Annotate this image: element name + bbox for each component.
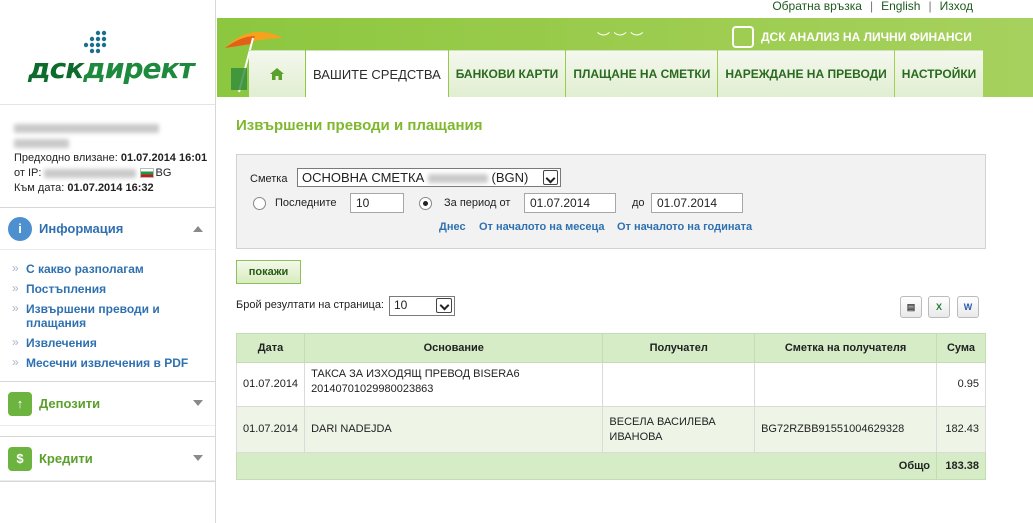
tab-bill-payments[interactable]: ПЛАЩАНЕ НА СМЕТКИ: [566, 50, 718, 97]
col-recipient-header[interactable]: Получател: [602, 333, 756, 363]
header-banner: Обратна връзка | English | Изход ︶ ︶ ︶ ДСК А…: [217, 0, 1033, 98]
last-n-input[interactable]: 10: [350, 193, 404, 213]
user-info-panel: Предходно влизане: 01.07.2014 16:01 от I…: [0, 104, 215, 208]
last-n-label: Последните: [275, 197, 337, 209]
sidebar-info-section: i Информация С какво разполагам Постъпле…: [0, 208, 215, 386]
finance-analysis-link[interactable]: ДСК АНАЛИЗ НА ЛИЧНИ ФИНАНСИ: [732, 26, 972, 48]
show-button[interactable]: покажи: [236, 260, 301, 284]
period-radio[interactable]: [419, 197, 432, 210]
to-label: до: [632, 197, 645, 209]
chevron-down-icon: [543, 170, 558, 185]
tab-transfers[interactable]: НАРЕЖДАНЕ НА ПРЕВОДИ: [718, 50, 894, 97]
tab-settings[interactable]: НАСТРОЙКИ: [894, 50, 984, 97]
transactions-table: Дата Основание Получател Сметка на получ…: [235, 333, 987, 480]
table-total-row: Общо 183.38: [236, 452, 987, 480]
per-page-label: Брой резултати на страница:: [236, 299, 384, 311]
total-label: Общо: [236, 452, 937, 480]
birds-decoration-icon: ︶ ︶ ︶: [597, 31, 644, 46]
info-icon: i: [8, 216, 32, 241]
date-from-input[interactable]: 01.07.2014: [524, 193, 616, 213]
home-icon: [270, 68, 284, 80]
sidebar-deposits-header[interactable]: ↑ Депозити: [0, 382, 215, 426]
total-amount: 183.38: [935, 452, 987, 480]
export-word-icon[interactable]: W: [957, 296, 979, 318]
top-links: Обратна връзка | English | Изход: [217, 0, 1033, 18]
english-link[interactable]: English: [881, 0, 920, 13]
sidebar-item-pdf-statements[interactable]: Месечни извлечения в PDF: [12, 355, 192, 370]
user-name-redacted-2: [14, 136, 215, 151]
col-reason-header[interactable]: Основание: [304, 333, 604, 363]
per-page-select[interactable]: 10: [389, 296, 455, 316]
cell-account: [754, 362, 937, 407]
col-date-header[interactable]: Дата: [235, 333, 306, 363]
sidebar-credits-title: Кредити: [39, 451, 93, 466]
account-select[interactable]: ОСНОВНА СМЕТКА (BGN): [297, 168, 561, 187]
logout-link[interactable]: Изход: [940, 0, 973, 13]
sidebar-item-statements[interactable]: Извлечения: [12, 335, 192, 350]
expand-arrow-icon[interactable]: [193, 455, 203, 461]
login-ip: от IP: BG: [14, 167, 172, 179]
sidebar-info-header[interactable]: i Информация: [0, 208, 215, 250]
cell-date: 01.07.2014: [235, 406, 306, 453]
sidebar-credits-section: $ Кредити: [0, 436, 215, 482]
table-header-row: Дата Основание Получател Сметка на получ…: [235, 333, 987, 363]
current-date: Към дата: 01.07.2014 16:32: [14, 182, 154, 194]
link-month-start[interactable]: От началото на месеца: [479, 221, 604, 233]
link-today[interactable]: Днес: [439, 221, 466, 233]
bulgaria-flag-icon: [139, 168, 154, 179]
logo-text: дскдирект: [28, 52, 195, 85]
col-amount-header[interactable]: Сума: [935, 333, 987, 363]
sidebar-info-items: С какво разполагам Постъпления Извършени…: [0, 250, 215, 386]
sidebar-info-title: Информация: [39, 221, 124, 236]
sidebar-credits-header[interactable]: $ Кредити: [0, 437, 215, 481]
cell-reason: DARI NADEJDA: [304, 406, 604, 453]
expand-arrow-icon[interactable]: [193, 400, 203, 406]
sidebar-item-payments[interactable]: Извършени преводи и плащания: [12, 301, 192, 330]
account-label: Сметка: [250, 173, 288, 185]
sidebar-item-incoming[interactable]: Постъпления: [12, 281, 192, 296]
credit-icon: $: [8, 446, 32, 471]
cell-amount: 0.95: [935, 362, 987, 407]
export-excel-icon[interactable]: X: [928, 296, 950, 318]
cell-account: BG72RZBB91551004629328: [754, 406, 937, 453]
cell-reason: ТАКСА ЗА ИЗХОДЯЩ ПРЕВОД BISERA6 20140701…: [304, 362, 604, 407]
sidebar-item-what-i-have[interactable]: С какво разполагам: [12, 261, 192, 276]
cell-recipient: [602, 362, 756, 407]
chevron-down-icon: [436, 298, 452, 313]
period-label: За период от: [444, 197, 511, 209]
page-title: Извършени преводи и плащания: [236, 117, 483, 134]
sidebar-deposits-title: Депозити: [39, 396, 101, 411]
dsk-direkt-logo[interactable]: дскдирект: [0, 0, 215, 97]
tab-home[interactable]: [249, 50, 305, 97]
cell-date: 01.07.2014: [235, 362, 306, 407]
export-print-icon[interactable]: ▤: [900, 296, 922, 318]
table-row[interactable]: 01.07.2014 DARI NADEJDA ВЕСЕЛА ВАСИЛЕВА …: [235, 406, 987, 453]
filter-panel: Сметка ОСНОВНА СМЕТКА (BGN) Последните 1…: [236, 154, 986, 249]
tab-your-funds[interactable]: ВАШИТЕ СРЕДСТВА: [306, 50, 448, 98]
cell-recipient: ВЕСЕЛА ВАСИЛЕВА ИВАНОВА: [602, 406, 756, 453]
left-sidebar: дскдирект Предходно влизане: 01.07.2014 …: [0, 0, 216, 523]
tab-bank-cards[interactable]: БАНКОВИ КАРТИ: [448, 50, 566, 97]
previous-login: Предходно влизане: 01.07.2014 16:01: [14, 152, 208, 164]
user-name-redacted: [14, 121, 215, 136]
feedback-link[interactable]: Обратна връзка: [772, 0, 862, 13]
col-account-header[interactable]: Сметка на получателя: [754, 333, 937, 363]
collapse-arrow-icon[interactable]: [193, 226, 203, 232]
main-nav-tabs: ВАШИТЕ СРЕДСТВА БАНКОВИ КАРТИ ПЛАЩАНЕ НА…: [249, 50, 984, 98]
table-row[interactable]: 01.07.2014 ТАКСА ЗА ИЗХОДЯЩ ПРЕВОД BISER…: [235, 362, 987, 407]
sidebar-deposits-section: ↑ Депозити: [0, 381, 215, 426]
deposit-icon: ↑: [8, 391, 32, 416]
analysis-icon: [732, 26, 754, 48]
cell-amount: 182.43: [935, 406, 987, 453]
link-year-start[interactable]: От началото на годината: [617, 221, 752, 233]
last-n-radio[interactable]: [253, 197, 266, 210]
date-to-input[interactable]: 01.07.2014: [651, 193, 743, 213]
